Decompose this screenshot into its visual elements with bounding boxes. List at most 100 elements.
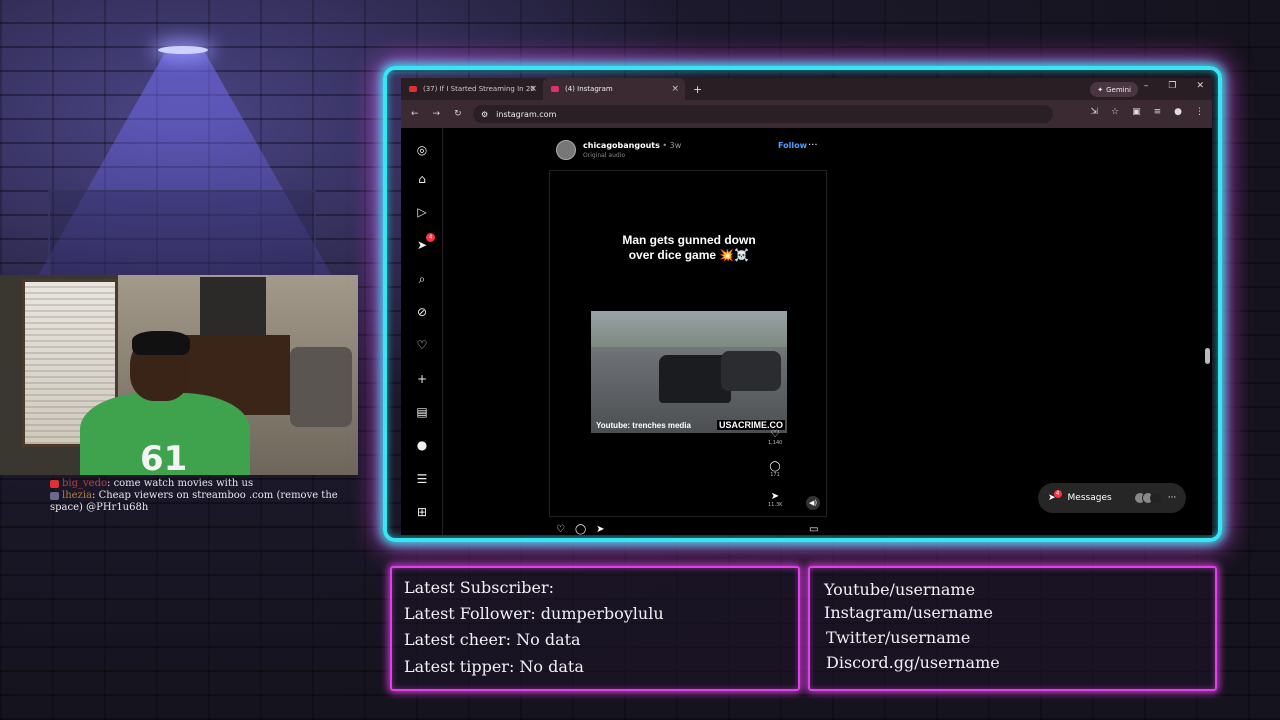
chat-message: big_vedo: come watch movies with us (50, 478, 340, 490)
close-window-icon[interactable]: ✕ (1196, 81, 1204, 91)
chat-text: Cheap viewers on streamboo .com (remove … (50, 490, 338, 513)
notification-badge: 4 (426, 233, 435, 242)
chat-message: lhezia: Cheap viewers on streamboo .com … (50, 490, 338, 513)
scrollbar-thumb[interactable] (1205, 348, 1210, 364)
socials-panel: Youtube/username Instagram/username Twit… (808, 566, 1217, 691)
latest-tipper: Latest tipper: No data (404, 657, 584, 676)
jersey-number: 61 (140, 439, 188, 475)
reel-title-line: Man gets gunned down (622, 233, 756, 247)
chat-username: big_vedo (62, 478, 107, 489)
clip-car (721, 351, 781, 391)
gemini-label: Gemini (1106, 85, 1131, 94)
search-icon[interactable]: ⌕ (415, 272, 429, 286)
url-field[interactable]: ⚙ instagram.com (473, 105, 1053, 123)
profile-icon[interactable]: ● (1174, 107, 1182, 117)
wall-frame (48, 190, 316, 280)
sparkle-icon: ✦ (1097, 85, 1104, 94)
heart-icon[interactable]: ♡ (415, 338, 429, 352)
tab-bar: (37) If I Started Streaming In 20 × (4) … (401, 78, 1212, 100)
follow-button[interactable]: Follow (778, 141, 807, 150)
audio-label[interactable]: Original audio (583, 152, 625, 159)
new-tab-icon[interactable]: + (693, 83, 702, 96)
site-info-icon[interactable]: ⚙ (481, 110, 488, 119)
social-youtube: Youtube/username (824, 580, 976, 599)
share-button[interactable]: ➤ 11.3K (768, 491, 782, 508)
avatar[interactable] (556, 140, 576, 160)
tab-label: (4) Instagram (565, 85, 613, 93)
address-bar-row: ← → ↻ ⚙ instagram.com ⇲ ☆ ▣ ≡ ● ⋮ (401, 100, 1212, 128)
heart-icon[interactable]: ♡ (556, 524, 565, 535)
streamer-cap (132, 331, 190, 355)
youtube-icon (50, 479, 59, 488)
profile-avatar-icon[interactable]: ● (415, 438, 429, 452)
menu-icon[interactable]: ⋮ (1195, 107, 1204, 117)
more-options-icon: ··· (1167, 493, 1177, 503)
heart-icon: ♡ (770, 429, 780, 440)
webcam-feed: 61 (0, 275, 358, 475)
minimize-icon[interactable]: – (1144, 81, 1149, 91)
reel-title-line: over dice game 💥☠️ (628, 248, 750, 262)
tab-instagram[interactable]: (4) Instagram × (543, 78, 685, 100)
comment-icon: ◯ (769, 461, 781, 472)
video-clip: Youtube: trenches media USACRIME.CO (591, 311, 787, 433)
save-icon[interactable]: ▭ (809, 524, 818, 535)
comment-icon[interactable]: ◯ (575, 524, 586, 535)
send-icon[interactable]: ➤ (596, 524, 604, 535)
close-icon[interactable]: × (671, 84, 679, 94)
install-icon[interactable]: ⇲ (1090, 107, 1098, 117)
like-button[interactable]: ♡ 1,140 (768, 429, 782, 446)
dashboard-icon[interactable]: ▤ (415, 405, 429, 419)
reel-video[interactable]: Man gets gunned down over dice game 💥☠️ … (549, 170, 827, 517)
forward-icon[interactable]: → (433, 109, 441, 119)
direct-icon[interactable]: ➤ 4 (415, 233, 435, 252)
restore-icon[interactable]: ❐ (1168, 81, 1176, 91)
post-header: chicagobangouts • 3w Original audio Foll… (556, 140, 826, 164)
messages-badge: 4 (1053, 490, 1062, 498)
more-options-icon[interactable]: ··· (808, 140, 818, 151)
bookmark-star-icon[interactable]: ☆ (1111, 107, 1119, 117)
post-username[interactable]: chicagobangouts • 3w (583, 141, 681, 150)
post-actions: ♡ ◯ ➤ (556, 524, 605, 535)
tab-youtube[interactable]: (37) If I Started Streaming In 20 × (401, 78, 543, 100)
create-icon[interactable]: + (415, 372, 429, 386)
latest-follower: Latest Follower: dumperboylulu (404, 604, 664, 623)
threads-icon[interactable]: ⊞ (415, 505, 429, 519)
more-menu-icon[interactable]: ☰ (415, 472, 429, 486)
social-discord: Discord.gg/username (826, 653, 1000, 672)
reel-title: Man gets gunned down over dice game 💥☠️ (550, 233, 828, 263)
instagram-logo-icon[interactable]: ◎ (415, 143, 429, 157)
post-age: • 3w (659, 141, 682, 150)
instagram-icon (551, 86, 559, 92)
lamp-icon (158, 46, 208, 54)
close-icon[interactable]: × (529, 84, 537, 94)
messages-button[interactable]: ➤ 4 Messages ··· (1038, 483, 1186, 513)
instagram-sidebar: ◎ ⌂ ▷ ➤ 4 ⌕ ⊘ ♡ + ▤ ● ☰ ⊞ (401, 128, 443, 535)
chat-overlay: big_vedo: come watch movies with us lhez… (50, 478, 340, 514)
social-twitter: Twitter/username (826, 628, 971, 647)
streamer: 61 (60, 331, 260, 475)
explore-icon[interactable]: ⊘ (415, 305, 429, 319)
share-count: 11.3K (768, 502, 783, 508)
tab-label: (37) If I Started Streaming In 20 (423, 85, 535, 93)
message-avatars (1133, 492, 1162, 504)
comment-count: 171 (770, 472, 780, 478)
reload-icon[interactable]: ↻ (454, 109, 462, 119)
clip-background (591, 311, 787, 347)
webcam-chair (290, 347, 352, 427)
reels-icon[interactable]: ▷ (415, 205, 429, 219)
back-icon[interactable]: ← (411, 109, 419, 119)
comment-button[interactable]: ◯ 171 (768, 461, 782, 478)
avatar (1149, 492, 1162, 504)
latest-cheer: Latest cheer: No data (404, 630, 581, 649)
scrollbar[interactable] (1205, 130, 1210, 530)
extensions-icon[interactable]: ▣ (1132, 107, 1141, 117)
chat-username: lhezia (62, 490, 92, 501)
reading-list-icon[interactable]: ≡ (1154, 107, 1162, 117)
username-text: chicagobangouts (583, 141, 660, 150)
home-icon[interactable]: ⌂ (415, 172, 429, 186)
toolbar-icons: ⇲ ☆ ▣ ≡ ● ⋮ (1090, 107, 1204, 117)
youtube-icon (409, 86, 417, 92)
volume-icon[interactable]: ◀) (806, 496, 820, 510)
latest-subscriber: Latest Subscriber: (404, 578, 554, 597)
gemini-button[interactable]: ✦ Gemini (1090, 82, 1138, 97)
